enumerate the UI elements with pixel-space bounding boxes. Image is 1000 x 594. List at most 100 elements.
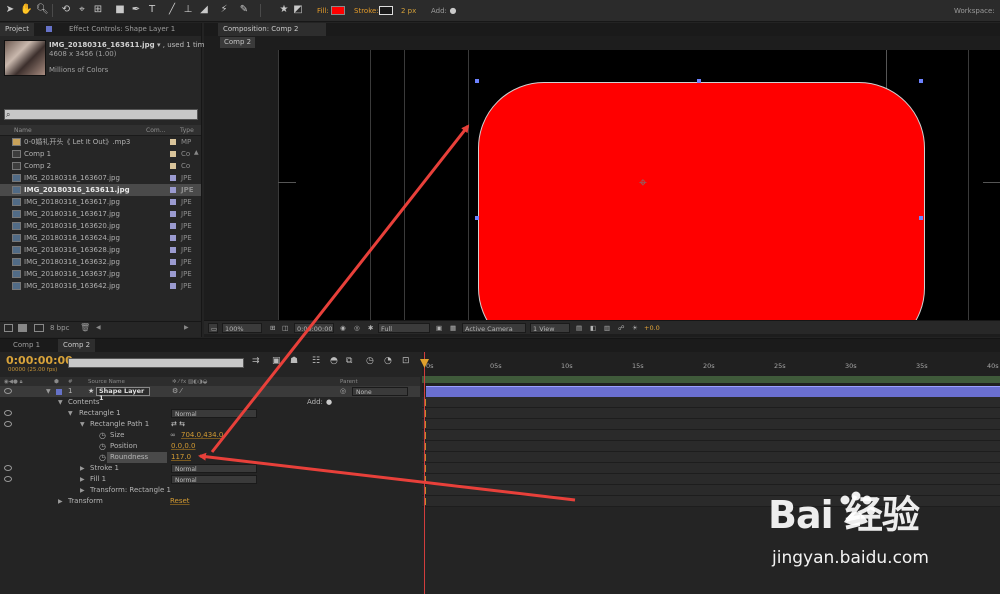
layer-switches-icon[interactable]: ⚙ ⁄ — [172, 386, 182, 397]
label-color-swatch[interactable] — [170, 151, 176, 157]
project-item[interactable]: IMG_20180316_163617.jpg JPE — [0, 208, 201, 220]
property-track[interactable] — [422, 419, 1000, 430]
always-preview-icon[interactable]: ▭ — [208, 323, 218, 333]
graph-editor-icon[interactable]: ◔ — [384, 356, 392, 366]
fill-color-swatch[interactable] — [331, 6, 345, 15]
twirl-right-icon[interactable]: ▶ — [80, 474, 85, 485]
project-item[interactable]: Comp 1 Co — [0, 148, 201, 160]
mask-mode-icon[interactable]: ◩ — [292, 4, 304, 16]
selection-tool-icon[interactable]: ➤ — [4, 4, 16, 16]
playhead[interactable] — [424, 352, 425, 594]
roundness-value[interactable]: 117.0 — [171, 452, 191, 463]
new-folder-icon[interactable] — [18, 324, 27, 332]
composition-viewer[interactable]: ⌖ — [278, 50, 1000, 320]
stroke-width-value[interactable]: 2 px — [401, 7, 416, 15]
snapshot-icon[interactable]: ◉ — [338, 323, 348, 333]
clone-stamp-tool-icon[interactable]: ⊥ — [182, 4, 194, 16]
roto-brush-tool-icon[interactable]: ⚡ — [218, 4, 230, 16]
col-type[interactable]: Type — [180, 127, 194, 134]
view-layout-dropdown[interactable]: 1 View — [530, 323, 570, 333]
twirl-down-icon[interactable]: ▼ — [46, 386, 51, 397]
transform-row[interactable]: ▶ Transform Reset — [0, 496, 420, 507]
timeline-icon[interactable]: ▥ — [602, 323, 612, 333]
twirl-down-icon[interactable]: ▼ — [68, 408, 73, 419]
stroke-row[interactable]: ▶ Stroke 1 Normal — [0, 463, 420, 474]
camera-tool-icon[interactable]: ⌖ — [76, 4, 88, 16]
bit-depth-label[interactable]: 8 bpc — [50, 324, 69, 332]
region-of-interest-icon[interactable]: ▣ — [434, 323, 444, 333]
tab-composition[interactable]: Composition: Comp 2 — [218, 23, 326, 36]
size-row[interactable]: ◷ Size ∞ 704.0,434.0 — [0, 430, 420, 441]
path-direction-icon[interactable]: ⇄ ⇆ — [171, 419, 185, 430]
bounding-handle[interactable] — [919, 79, 923, 83]
project-item[interactable]: IMG_20180316_163637.jpg JPE — [0, 268, 201, 280]
interpret-footage-icon[interactable] — [4, 324, 13, 332]
twirl-down-icon[interactable]: ▼ — [80, 419, 85, 430]
col-name[interactable]: Name — [14, 127, 32, 134]
scroll-right-icon[interactable]: ▶ — [184, 324, 189, 331]
resolution-dropdown[interactable]: Full — [378, 323, 430, 333]
col-source-name[interactable]: Source Name — [88, 379, 125, 385]
trash-icon[interactable]: 🗑︎ — [80, 323, 90, 332]
rectangle-group-row[interactable]: ▼ Rectangle 1 Normal — [0, 408, 420, 419]
pen-tool-icon[interactable]: ✒ — [130, 4, 142, 16]
grid-icon[interactable]: ⊞ — [268, 323, 277, 333]
rotate-tool-icon[interactable]: ⟲ — [60, 4, 72, 16]
channel-icon[interactable]: ✱ — [366, 323, 375, 333]
hide-shy-layers-icon[interactable]: ☗ — [290, 356, 298, 366]
exposure-value[interactable]: +0.0 — [642, 323, 662, 333]
rounded-rectangle-shape[interactable] — [478, 82, 925, 320]
frame-blending-icon[interactable]: ☷ — [312, 356, 320, 366]
col-parent[interactable]: Parent — [340, 379, 358, 385]
scroll-up-icon[interactable]: ▲ — [194, 149, 200, 157]
show-snapshot-icon[interactable]: ◎ — [352, 323, 362, 333]
timeline-timecode[interactable]: 0:00:00:00 — [6, 354, 73, 367]
label-color-swatch[interactable] — [170, 139, 176, 145]
camera-dropdown[interactable]: Active Camera — [462, 323, 526, 333]
project-item[interactable]: IMG_20180316_163628.jpg JPE — [0, 244, 201, 256]
project-item[interactable]: IMG_20180316_163617.jpg JPE — [0, 196, 201, 208]
draft-3d-icon[interactable]: ▣ — [272, 356, 281, 366]
bounding-handle[interactable] — [475, 216, 479, 220]
add-content-icon[interactable]: ● — [326, 397, 332, 408]
brainstorm-icon[interactable]: ⧉ — [346, 356, 352, 366]
comp-timecode[interactable]: 0:00:00:00 — [294, 323, 334, 333]
label-color-swatch[interactable] — [170, 283, 176, 289]
project-item[interactable]: IMG_20180316_163624.jpg JPE — [0, 232, 201, 244]
new-comp-icon[interactable] — [34, 324, 44, 332]
project-item[interactable]: 0-0婚礼开头《 Let It Out》.mp3 MP — [0, 136, 201, 148]
property-track[interactable] — [422, 430, 1000, 441]
motion-blur-icon[interactable]: ◓ — [330, 356, 338, 366]
tab-effect-controls[interactable]: Effect Controls: Shape Layer 1 — [64, 23, 180, 36]
visibility-eye-icon[interactable] — [4, 465, 12, 471]
property-track[interactable] — [422, 441, 1000, 452]
stroke-color-swatch[interactable] — [379, 6, 393, 15]
position-row[interactable]: ◷ Position 0.0,0.0 — [0, 441, 420, 452]
label-color-swatch[interactable] — [170, 187, 176, 193]
toggle-pixel-aspect-icon[interactable]: ▤ — [574, 323, 584, 333]
puppet-pin-tool-icon[interactable]: ✎ — [238, 4, 250, 16]
flowchart-icon[interactable]: ☍ — [616, 323, 627, 333]
timeline-menu-icon[interactable]: ⊡ — [402, 356, 410, 366]
visibility-eye-icon[interactable] — [4, 388, 12, 394]
label-color-swatch[interactable] — [170, 175, 176, 181]
blend-mode-dropdown[interactable]: Normal — [171, 475, 257, 484]
col-comment[interactable]: Com... — [146, 127, 165, 134]
layer-name[interactable]: Shape Layer 1 — [96, 387, 150, 402]
label-color-swatch[interactable] — [170, 223, 176, 229]
project-item[interactable]: IMG_20180316_163620.jpg JPE — [0, 220, 201, 232]
property-track[interactable] — [422, 397, 1000, 408]
label-color-swatch[interactable] — [170, 211, 176, 217]
twirl-down-icon[interactable]: ▼ — [58, 397, 63, 408]
bounding-handle[interactable] — [919, 216, 923, 220]
comp-breadcrumb[interactable]: Comp 2 — [220, 37, 256, 48]
label-color-swatch[interactable] — [170, 247, 176, 253]
constrain-link-icon[interactable]: ∞ — [170, 430, 176, 441]
contents-row[interactable]: ▼ Contents Add: ● — [0, 397, 420, 408]
comp-mini-flowchart-icon[interactable]: ⇉ — [252, 356, 260, 366]
pan-behind-tool-icon[interactable]: ⊞ — [92, 4, 104, 16]
tab-comp-2[interactable]: Comp 2 — [58, 339, 96, 352]
transparency-grid-icon[interactable]: ▦ — [448, 323, 458, 333]
twirl-right-icon[interactable]: ▶ — [58, 496, 63, 507]
layer-duration-bar[interactable] — [426, 386, 1000, 397]
